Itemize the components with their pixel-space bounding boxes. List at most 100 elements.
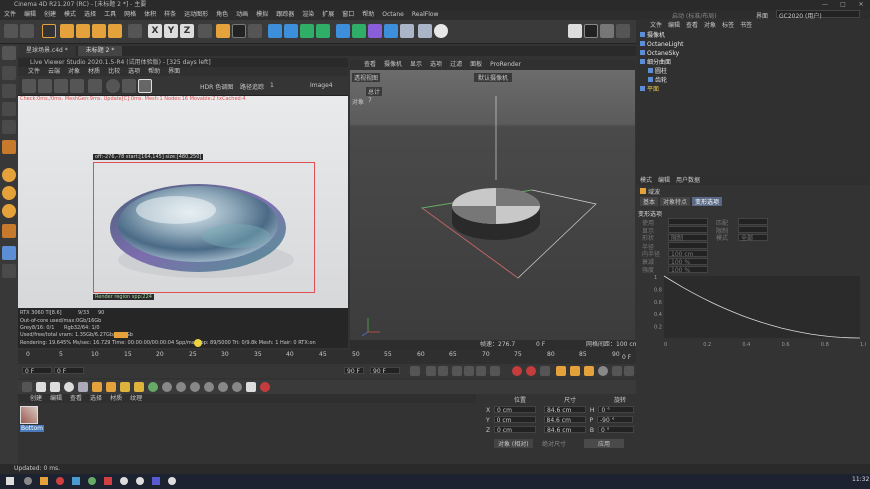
object-list-item[interactable]: 细分曲面	[640, 59, 671, 67]
layout-mode-select[interactable]: 启动 (标准/布局)	[672, 11, 717, 20]
pause-render-icon[interactable]	[54, 79, 68, 93]
scale-icon[interactable]	[76, 24, 90, 38]
attr-menu-userdata[interactable]: 用户数据	[676, 176, 700, 185]
snap-settings-icon[interactable]	[2, 186, 16, 200]
attr-row-value2[interactable]: 全部	[738, 234, 768, 242]
media-icon[interactable]	[104, 477, 112, 485]
attr-row-value2[interactable]	[738, 218, 768, 225]
doc-tab-untitled[interactable]: 未标题 2 *	[77, 46, 123, 56]
key-scale-icon[interactable]	[584, 366, 594, 376]
live-select-icon[interactable]	[42, 24, 56, 38]
script-icon[interactable]	[616, 24, 630, 38]
coord-rot-h[interactable]: 0 °	[598, 406, 635, 414]
timeline-start-field[interactable]: 0 F	[22, 367, 52, 375]
octane-tool-2-icon[interactable]	[36, 382, 46, 392]
attr-menu-mode[interactable]: 模式	[640, 176, 652, 185]
octane-tool-17-icon[interactable]	[246, 382, 256, 392]
x-axis-icon[interactable]: X	[148, 24, 162, 38]
next-key-icon[interactable]	[476, 366, 486, 376]
key-rotation-icon[interactable]	[570, 366, 580, 376]
record-icon[interactable]	[512, 366, 522, 376]
field-icon[interactable]	[352, 24, 366, 38]
timeline-menu-icon[interactable]	[624, 366, 634, 376]
lv-menu-interface[interactable]: 界面	[168, 67, 180, 76]
timeline-end-field[interactable]: 90 F	[344, 367, 364, 375]
vp-menu-filter[interactable]: 过滤	[450, 60, 462, 70]
cloner-icon[interactable]	[316, 24, 330, 38]
menu-window[interactable]: 窗口	[342, 10, 354, 20]
coord-rot-b[interactable]: 0 °	[597, 426, 634, 434]
quantize-icon[interactable]	[2, 204, 16, 218]
windows-start-icon[interactable]	[6, 477, 14, 485]
octane-tool-1-icon[interactable]	[22, 382, 32, 392]
key-param-icon[interactable]	[598, 366, 608, 376]
c4d-taskbar-icon-3[interactable]	[168, 477, 176, 485]
menu-simulate[interactable]: 模拟	[256, 10, 268, 20]
hdr-tonemap-label[interactable]: HDR 色调图	[200, 82, 233, 91]
mat-menu-texture[interactable]: 纹理	[130, 394, 142, 403]
camera-icon[interactable]	[384, 24, 398, 38]
menu-character[interactable]: 角色	[216, 10, 228, 20]
attr-menu-edit[interactable]: 编辑	[658, 176, 670, 185]
vp-menu-prorender[interactable]: ProRender	[490, 60, 521, 70]
export-icon[interactable]	[584, 24, 598, 38]
menu-edit[interactable]: 编辑	[24, 10, 36, 20]
redo-icon[interactable]	[20, 24, 34, 38]
attr-row-value[interactable]	[668, 226, 708, 233]
lock-workplane-icon[interactable]	[2, 224, 16, 238]
send-scene-icon[interactable]	[22, 79, 36, 93]
vp-menu-view[interactable]: 查看	[364, 60, 376, 70]
goto-start-icon[interactable]	[410, 366, 420, 376]
vp-menu-display[interactable]: 显示	[410, 60, 422, 70]
coord-size-mode-select[interactable]: 绝对尺寸	[542, 439, 566, 448]
coord-size-x[interactable]: 84.6 cm	[543, 406, 586, 414]
object-list-item[interactable]: 平面	[640, 86, 659, 94]
render-mode-select[interactable]: 路径追踪	[240, 82, 264, 91]
attr-row-value[interactable]	[668, 218, 708, 225]
lv-menu-cloud[interactable]: 云端	[48, 67, 60, 76]
object-list-item[interactable]: 齿轮	[648, 77, 667, 85]
octane-tool-15-icon[interactable]	[218, 382, 228, 392]
attr-row-value2[interactable]	[738, 226, 768, 233]
menu-animate[interactable]: 动画	[236, 10, 248, 20]
prev-frame-icon[interactable]	[438, 366, 448, 376]
attr-tab-deform[interactable]: 变形选项	[692, 197, 723, 206]
octane-tool-5-icon[interactable]	[78, 382, 88, 392]
material-label[interactable]: Bottom	[20, 425, 45, 432]
download-icon[interactable]	[568, 24, 582, 38]
object-list-item[interactable]: 摄像机	[640, 32, 665, 40]
python-icon[interactable]	[600, 24, 614, 38]
menu-spline[interactable]: 样条	[164, 10, 176, 20]
y-axis-icon[interactable]: Y	[164, 24, 178, 38]
ae-icon[interactable]	[152, 477, 160, 485]
undo-icon[interactable]	[4, 24, 18, 38]
mat-menu-select[interactable]: 选择	[90, 394, 102, 403]
recent-tools-icon[interactable]	[108, 24, 122, 38]
play-icon[interactable]	[452, 366, 462, 376]
lv-menu-file[interactable]: 文件	[28, 67, 40, 76]
mat-menu-edit[interactable]: 编辑	[50, 394, 62, 403]
menu-mode[interactable]: 模式	[64, 10, 76, 20]
scene-icon[interactable]	[368, 24, 382, 38]
attr-row-value[interactable]: 100 %	[668, 258, 708, 266]
keyframe-select-icon[interactable]	[540, 366, 550, 376]
goto-end-icon[interactable]	[490, 366, 500, 376]
menu-file[interactable]: 文件	[4, 10, 16, 20]
menu-realflow[interactable]: RealFlow	[412, 10, 439, 20]
obj-menu-objects[interactable]: 对象	[704, 21, 716, 30]
obj-menu-view[interactable]: 查看	[686, 21, 698, 30]
attr-tab-basic[interactable]: 基本	[640, 197, 659, 206]
coord-size-y[interactable]: 84.6 cm	[543, 416, 586, 424]
render-view-icon[interactable]	[216, 24, 230, 38]
object-list-item[interactable]: 圆柱	[648, 68, 667, 76]
edges-mode-icon[interactable]	[2, 102, 16, 116]
light-icon[interactable]	[434, 24, 448, 38]
obj-menu-tags[interactable]: 标签	[722, 21, 734, 30]
vp-menu-options[interactable]: 选项	[430, 60, 442, 70]
key-position-icon[interactable]	[556, 366, 566, 376]
object-list-item[interactable]: OctaneLight	[640, 41, 684, 49]
browser-icon[interactable]	[56, 477, 64, 485]
layout-select[interactable]: GC2020 (用户)	[776, 10, 860, 20]
octane-tool-10-icon[interactable]	[148, 382, 158, 392]
octane-tool-14-icon[interactable]	[204, 382, 214, 392]
